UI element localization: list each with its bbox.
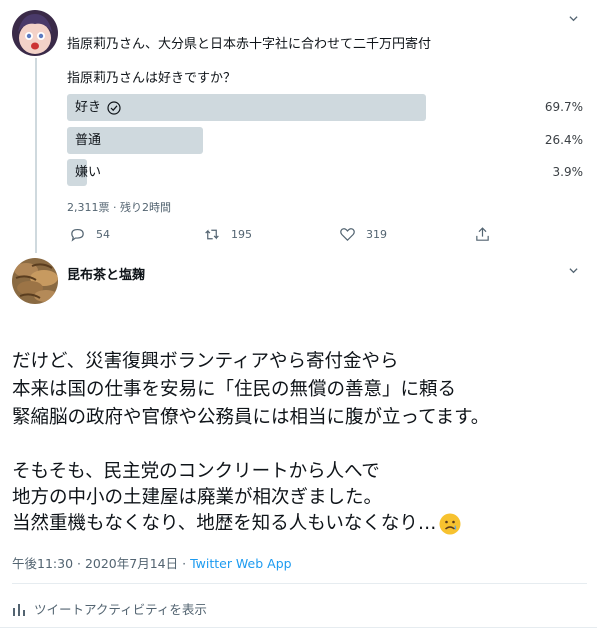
share-button[interactable]: [474, 224, 491, 244]
tweet-activity-label: ツイートアクティビティを表示: [34, 602, 207, 617]
bar-chart-icon: [13, 603, 25, 616]
divider: [0, 627, 597, 628]
heart-icon: [340, 227, 355, 241]
tweet-body-line: 当然重機もなくなり、地歴を知る人もいなくなり…: [12, 513, 437, 534]
tweet-body-line: そもそも、民主党のコンクリートから人へで: [12, 461, 380, 482]
poll-option-label: 好き: [75, 100, 102, 115]
avatar-anime[interactable]: [12, 10, 58, 56]
reply-count: 54: [96, 227, 110, 241]
divider: [12, 583, 587, 584]
poll-question: 指原莉乃さんは好きですか？: [67, 71, 237, 86]
tweet-title: 指原莉乃さん、大分県と日本赤十字社に合わせて二千万円寄付: [67, 37, 432, 52]
like-button[interactable]: 319: [339, 224, 387, 244]
check-circle-icon: [107, 100, 121, 115]
poll-option-label: 普通: [75, 133, 102, 148]
tweet-activity-link[interactable]: ツイートアクティビティを表示: [12, 599, 207, 618]
reply-icon: [71, 228, 84, 242]
retweet-count: 195: [231, 227, 252, 241]
reply-button[interactable]: 54: [69, 224, 110, 244]
timestamp[interactable]: 午後11:30 · 2020年7月14日: [12, 556, 178, 571]
chevron-down-icon[interactable]: [569, 266, 578, 275]
tweet-body-line: だけど、災害復興ボランティアやら寄付金やら: [12, 351, 399, 372]
tweet-body-line: 地方の中小の土建屋は廃業が相次ぎました。: [12, 487, 383, 508]
retweet-button[interactable]: 195: [203, 224, 252, 244]
poll-option-label: 嫌い: [75, 165, 102, 180]
separator-dot: ·: [182, 556, 191, 571]
poll-option-percent: 26.4%: [544, 133, 583, 147]
chevron-down-icon[interactable]: [569, 14, 578, 23]
poll-option-percent: 3.9%: [552, 165, 584, 179]
sad-face-emoji-icon: [439, 513, 461, 534]
thread-line: [35, 58, 37, 253]
poll-meta: 2,311票 · 残り2時間: [67, 201, 171, 214]
poll-option-percent: 69.7%: [544, 100, 583, 114]
client-link[interactable]: Twitter Web App: [190, 556, 292, 571]
retweet-icon: [205, 229, 219, 239]
tweet-body-line: 本来は国の仕事を安易に「住民の無償の善意」に頼る: [12, 379, 457, 400]
tweet-body-line: 緊縮脳の政府や官僚や公務員には相当に腹が立ってます。: [12, 407, 490, 428]
avatar-food[interactable]: [12, 258, 58, 304]
share-icon: [476, 226, 489, 241]
like-count: 319: [366, 227, 387, 241]
author-name[interactable]: 昆布茶と塩麹: [67, 264, 145, 283]
